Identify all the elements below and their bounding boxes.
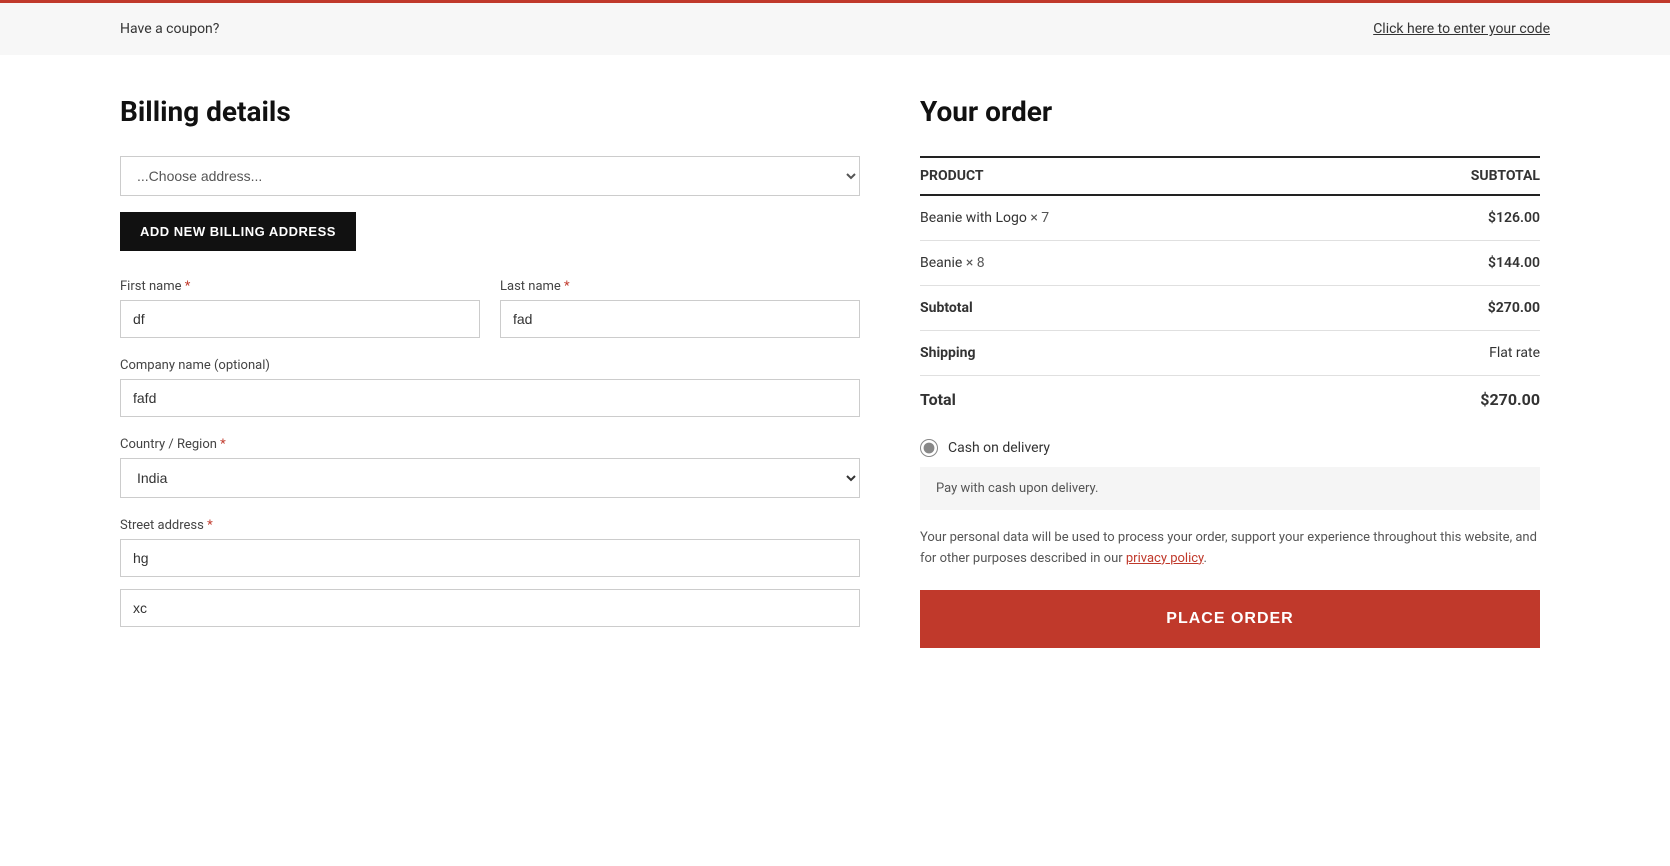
place-order-button[interactable]: PLACE ORDER xyxy=(920,590,1540,648)
shipping-value: Flat rate xyxy=(1324,331,1540,376)
first-name-input[interactable] xyxy=(120,300,480,338)
street-group: Street address * xyxy=(120,518,860,577)
privacy-policy-link[interactable]: privacy policy xyxy=(1126,551,1204,566)
subtotal-row: Subtotal $270.00 xyxy=(920,286,1540,331)
coupon-text: Have a coupon? xyxy=(120,21,219,37)
main-container: Billing details ...Choose address... ADD… xyxy=(0,55,1670,688)
order-table: PRODUCT SUBTOTAL Beanie with Logo × 7 $1… xyxy=(920,156,1540,423)
shipping-label: Shipping xyxy=(920,331,1324,376)
company-group: Company name (optional) xyxy=(120,358,860,417)
total-label: Total xyxy=(920,376,1324,424)
first-name-group: First name * xyxy=(120,279,480,338)
total-row: Total $270.00 xyxy=(920,376,1540,424)
country-label: Country / Region * xyxy=(120,437,860,452)
last-name-input[interactable] xyxy=(500,300,860,338)
last-name-group: Last name * xyxy=(500,279,860,338)
item-1-price: $126.00 xyxy=(1324,195,1540,241)
payment-section: Cash on delivery Pay with cash upon deli… xyxy=(920,439,1540,510)
item-2-name: Beanie × 8 xyxy=(920,241,1324,286)
name-row: First name * Last name * xyxy=(120,279,860,338)
order-item-2: Beanie × 8 $144.00 xyxy=(920,241,1540,286)
payment-option-cod: Cash on delivery xyxy=(920,439,1540,457)
billing-section: Billing details ...Choose address... ADD… xyxy=(120,95,860,648)
shipping-row: Shipping Flat rate xyxy=(920,331,1540,376)
street-input-2[interactable] xyxy=(120,589,860,627)
order-item-1: Beanie with Logo × 7 $126.00 xyxy=(920,195,1540,241)
country-group: Country / Region * India xyxy=(120,437,860,498)
payment-label-cod: Cash on delivery xyxy=(948,440,1050,456)
item-2-price: $144.00 xyxy=(1324,241,1540,286)
order-title: Your order xyxy=(920,95,1540,128)
coupon-link[interactable]: Click here to enter your code xyxy=(1373,21,1550,37)
country-select[interactable]: India xyxy=(120,458,860,498)
street-label: Street address * xyxy=(120,518,860,533)
col-product: PRODUCT xyxy=(920,157,1324,195)
item-1-name: Beanie with Logo × 7 xyxy=(920,195,1324,241)
company-input[interactable] xyxy=(120,379,860,417)
coupon-bar: Have a coupon? Click here to enter your … xyxy=(0,0,1670,55)
subtotal-value: $270.00 xyxy=(1324,286,1540,331)
privacy-text: Your personal data will be used to proce… xyxy=(920,528,1540,570)
last-name-label: Last name * xyxy=(500,279,860,294)
order-section: Your order PRODUCT SUBTOTAL Beanie with … xyxy=(920,95,1540,648)
street-group-2 xyxy=(120,589,860,627)
total-value: $270.00 xyxy=(1324,376,1540,424)
company-label: Company name (optional) xyxy=(120,358,860,373)
billing-title: Billing details xyxy=(120,95,860,128)
street-input-1[interactable] xyxy=(120,539,860,577)
address-select[interactable]: ...Choose address... xyxy=(120,156,860,196)
payment-radio-cod[interactable] xyxy=(920,439,938,457)
add-address-button[interactable]: ADD NEW BILLING ADDRESS xyxy=(120,212,356,251)
first-name-label: First name * xyxy=(120,279,480,294)
payment-description: Pay with cash upon delivery. xyxy=(920,467,1540,510)
col-subtotal: SUBTOTAL xyxy=(1324,157,1540,195)
subtotal-label: Subtotal xyxy=(920,286,1324,331)
